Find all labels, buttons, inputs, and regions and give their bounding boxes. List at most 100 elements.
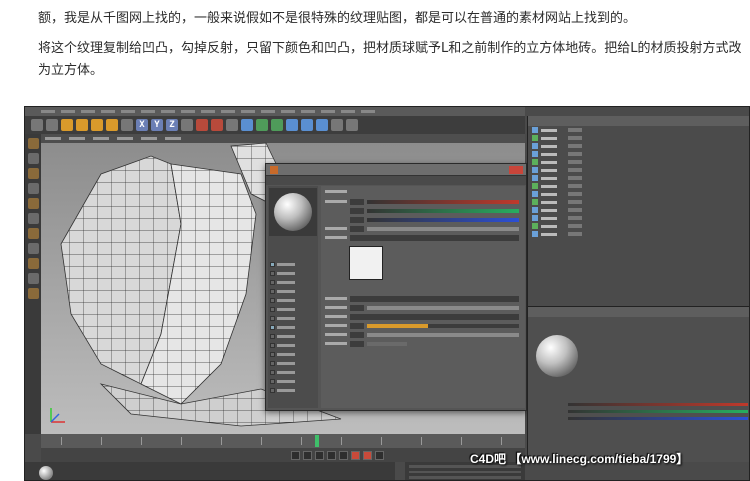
scale-tool-icon[interactable]: [91, 119, 103, 131]
world-axis-icon: [50, 408, 65, 423]
channel-reflectance[interactable]: [268, 296, 318, 305]
timeline-playhead[interactable]: [315, 435, 319, 447]
object-row[interactable]: [528, 150, 749, 158]
object-row[interactable]: [528, 206, 749, 214]
channel-transparency[interactable]: [268, 287, 318, 296]
record-icon[interactable]: [351, 450, 360, 460]
channel-glow[interactable]: [268, 350, 318, 359]
material-editor-dialog: [265, 163, 527, 411]
rotate-tool-icon[interactable]: [106, 119, 118, 131]
object-row[interactable]: [528, 230, 749, 238]
render-picture-icon[interactable]: [211, 119, 223, 131]
y-axis-button[interactable]: Y: [151, 119, 163, 131]
preview-sphere: [274, 193, 312, 231]
menu-bar: [25, 107, 525, 116]
snap-icon[interactable]: [27, 243, 39, 254]
move-tool-icon[interactable]: [76, 119, 88, 131]
z-axis-button[interactable]: Z: [166, 119, 178, 131]
object-row[interactable]: [528, 142, 749, 150]
channel-illumination[interactable]: [268, 377, 318, 386]
play-icon[interactable]: [315, 450, 324, 460]
object-row[interactable]: [528, 158, 749, 166]
object-row[interactable]: [528, 214, 749, 222]
points-mode-icon[interactable]: [27, 183, 39, 194]
model-mode-icon[interactable]: [27, 153, 39, 164]
texture-row[interactable]: [321, 233, 525, 242]
go-to-start-icon[interactable]: [291, 450, 300, 460]
object-row[interactable]: [528, 182, 749, 190]
deformer-icon[interactable]: [301, 119, 313, 131]
prev-frame-icon[interactable]: [303, 450, 312, 460]
channel-displacement[interactable]: [268, 359, 318, 368]
channel-bump[interactable]: [268, 323, 318, 332]
object-row[interactable]: [528, 134, 749, 142]
solo-icon[interactable]: [27, 288, 39, 299]
brightness-row[interactable]: [321, 224, 525, 233]
cube-icon[interactable]: [241, 119, 253, 131]
light-icon[interactable]: [346, 119, 358, 131]
channel-alpha[interactable]: [268, 341, 318, 350]
paragraph-1: 额，我是从千图网上找的，一般来说假如不是很特殊的纹理贴图，都是可以在普通的素材网…: [38, 11, 637, 26]
watermark: C4D吧 【www.linecg.com/tieba/1799】: [470, 452, 689, 466]
object-row[interactable]: [528, 190, 749, 198]
channel-assignment[interactable]: [268, 386, 318, 395]
dialog-titlebar[interactable]: [266, 164, 526, 176]
mix-mode-row[interactable]: [321, 294, 525, 303]
material-manager: [25, 462, 395, 480]
channel-fog[interactable]: [268, 314, 318, 323]
diffuse-falloff-row[interactable]: [321, 321, 525, 330]
subdivision-icon[interactable]: [256, 119, 268, 131]
object-row[interactable]: [528, 126, 749, 134]
array-icon[interactable]: [271, 119, 283, 131]
main-toolbar: X Y Z: [25, 116, 525, 134]
workplane-icon[interactable]: [27, 258, 39, 269]
lock-icon[interactable]: [27, 273, 39, 284]
autokey-icon[interactable]: [363, 450, 372, 460]
close-button[interactable]: [509, 166, 523, 174]
texture-mode-icon[interactable]: [27, 168, 39, 179]
render-view-icon[interactable]: [196, 119, 208, 131]
material-thumbnail[interactable]: [39, 466, 53, 480]
next-frame-icon[interactable]: [327, 450, 336, 460]
channel-list: [268, 186, 318, 408]
x-axis-button[interactable]: X: [136, 119, 148, 131]
spline-icon[interactable]: [286, 119, 298, 131]
coord-system-icon[interactable]: [181, 119, 193, 131]
attribute-manager-menu: [528, 307, 749, 317]
select-tool-icon[interactable]: [61, 119, 73, 131]
object-manager: [527, 116, 749, 306]
left-tool-strip: [25, 134, 41, 434]
channel-editor[interactable]: [268, 368, 318, 377]
attribute-material-preview: [536, 335, 578, 377]
color-green-row[interactable]: [321, 206, 525, 215]
object-row[interactable]: [528, 222, 749, 230]
channel-environment[interactable]: [268, 305, 318, 314]
make-editable-icon[interactable]: [27, 138, 39, 149]
channel-color[interactable]: [268, 260, 318, 269]
go-to-end-icon[interactable]: [339, 450, 348, 460]
camera-icon[interactable]: [331, 119, 343, 131]
channel-normal[interactable]: [268, 332, 318, 341]
edges-mode-icon[interactable]: [27, 198, 39, 209]
undo-icon[interactable]: [31, 119, 43, 131]
color-red-row[interactable]: [321, 197, 525, 206]
attribute-color-sliders[interactable]: [568, 399, 748, 424]
channel-luminance[interactable]: [268, 278, 318, 287]
color-blue-row[interactable]: [321, 215, 525, 224]
model-row[interactable]: [321, 312, 525, 321]
object-row[interactable]: [528, 166, 749, 174]
channel-diffusion[interactable]: [268, 269, 318, 278]
object-row[interactable]: [528, 174, 749, 182]
polygons-mode-icon[interactable]: [27, 213, 39, 224]
render-settings-icon[interactable]: [226, 119, 238, 131]
object-row[interactable]: [528, 198, 749, 206]
mix-strength-row[interactable]: [321, 303, 525, 312]
last-tool-icon[interactable]: [121, 119, 133, 131]
roughness-row[interactable]: [321, 339, 525, 348]
diffuse-level-row[interactable]: [321, 330, 525, 339]
floor-icon[interactable]: [316, 119, 328, 131]
keyframe-icon[interactable]: [375, 450, 384, 460]
timeline[interactable]: [41, 434, 525, 448]
axis-mode-icon[interactable]: [27, 228, 39, 239]
redo-icon[interactable]: [46, 119, 58, 131]
